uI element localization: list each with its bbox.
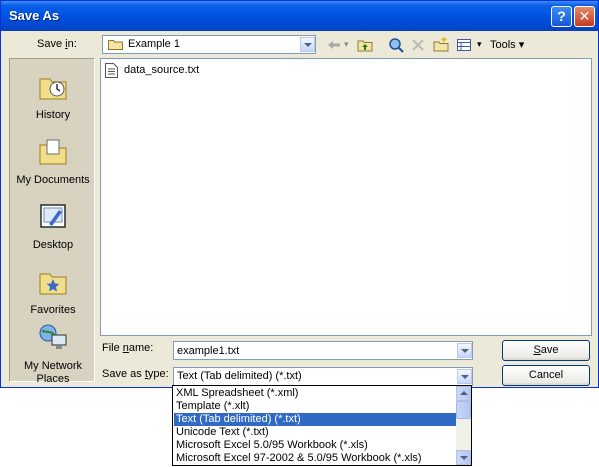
desktop-icon	[40, 204, 66, 228]
scroll-up-icon	[460, 391, 468, 395]
views-dropdown-icon[interactable]: ▾	[477, 39, 482, 50]
back-arrow-icon[interactable]	[326, 37, 342, 53]
type-list-scrollbar[interactable]	[456, 386, 471, 465]
folder-icon	[108, 40, 123, 50]
cancel-button[interactable]: Cancel	[502, 365, 590, 386]
delete-icon[interactable]	[410, 37, 426, 53]
help-icon: ?	[557, 8, 566, 24]
file-name-dropdown-button[interactable]	[457, 343, 472, 358]
save-in-value: Example 1	[128, 38, 180, 50]
back-dropdown-icon[interactable]: ▾	[344, 39, 349, 50]
place-history[interactable]: History	[10, 70, 96, 122]
views-icon[interactable]	[456, 37, 472, 53]
title-bar[interactable]: Save As ? ✕	[1, 1, 598, 31]
place-label-line2: Places	[36, 373, 70, 385]
window-title: Save As	[9, 8, 60, 23]
save-as-type-label: Save as type:	[102, 368, 169, 380]
scroll-down-icon	[460, 456, 468, 460]
favorites-icon	[39, 273, 67, 295]
save-as-dialog: Save As ? ✕ Save in: Example 1 ▾ ▾ Tools…	[0, 0, 599, 388]
my-documents-icon	[39, 139, 67, 165]
save-as-type-dropdown-button[interactable]	[457, 369, 472, 384]
tools-dropdown-icon: ▾	[518, 39, 525, 51]
type-option[interactable]: Unicode Text (*.txt)	[174, 426, 457, 439]
type-option[interactable]: Microsoft Excel 5.0/95 Workbook (*.xls)	[174, 439, 457, 452]
file-name-input[interactable]	[175, 343, 457, 358]
type-option[interactable]: Template (*.xlt)	[174, 400, 457, 413]
type-option-selected[interactable]: Text (Tab delimited) (*.txt)	[174, 413, 457, 426]
file-name-combo[interactable]	[173, 341, 473, 360]
close-button[interactable]: ✕	[574, 6, 595, 27]
close-icon: ✕	[578, 8, 591, 24]
save-in-dropdown-button[interactable]	[300, 37, 315, 52]
place-my-documents[interactable]: My Documents	[10, 135, 96, 187]
type-option[interactable]: XML Spreadsheet (*.xml)	[174, 387, 457, 400]
create-new-folder-icon[interactable]	[433, 37, 449, 53]
place-favorites[interactable]: Favorites	[10, 265, 96, 317]
tools-menu[interactable]: Tools ▾	[490, 38, 524, 51]
scroll-down-button[interactable]	[456, 450, 471, 465]
type-option[interactable]: Microsoft Excel 97-2002 & 5.0/95 Workboo…	[174, 452, 457, 465]
up-one-level-icon[interactable]	[357, 37, 373, 53]
text-file-icon	[105, 63, 118, 78]
places-bar: History My Documents Desktop Favorites M…	[9, 58, 96, 385]
save-in-label: Save in:	[37, 38, 77, 50]
scroll-thumb[interactable]	[456, 401, 471, 419]
file-name-label: File name:	[102, 342, 154, 354]
history-icon	[39, 78, 67, 100]
save-in-dropdown[interactable]: Example 1	[102, 35, 316, 54]
save-as-type-list[interactable]: XML Spreadsheet (*.xml) Template (*.xlt)…	[172, 385, 472, 466]
save-as-type-value: Text (Tab delimited) (*.txt)	[177, 370, 302, 382]
help-button[interactable]: ?	[551, 6, 572, 27]
file-item-name: data_source.txt	[124, 64, 200, 76]
save-button[interactable]: Save	[502, 340, 590, 361]
save-as-type-dropdown[interactable]: Text (Tab delimited) (*.txt)	[173, 367, 473, 386]
place-my-network-places[interactable]: My Network Places	[10, 321, 96, 386]
file-list[interactable]: data_source.txt	[100, 58, 592, 336]
scroll-up-button[interactable]	[456, 386, 471, 401]
place-desktop[interactable]: Desktop	[10, 200, 96, 252]
my-network-places-icon	[39, 324, 67, 349]
search-the-web-icon[interactable]	[388, 37, 404, 53]
place-label-line1: My Network	[23, 360, 83, 372]
